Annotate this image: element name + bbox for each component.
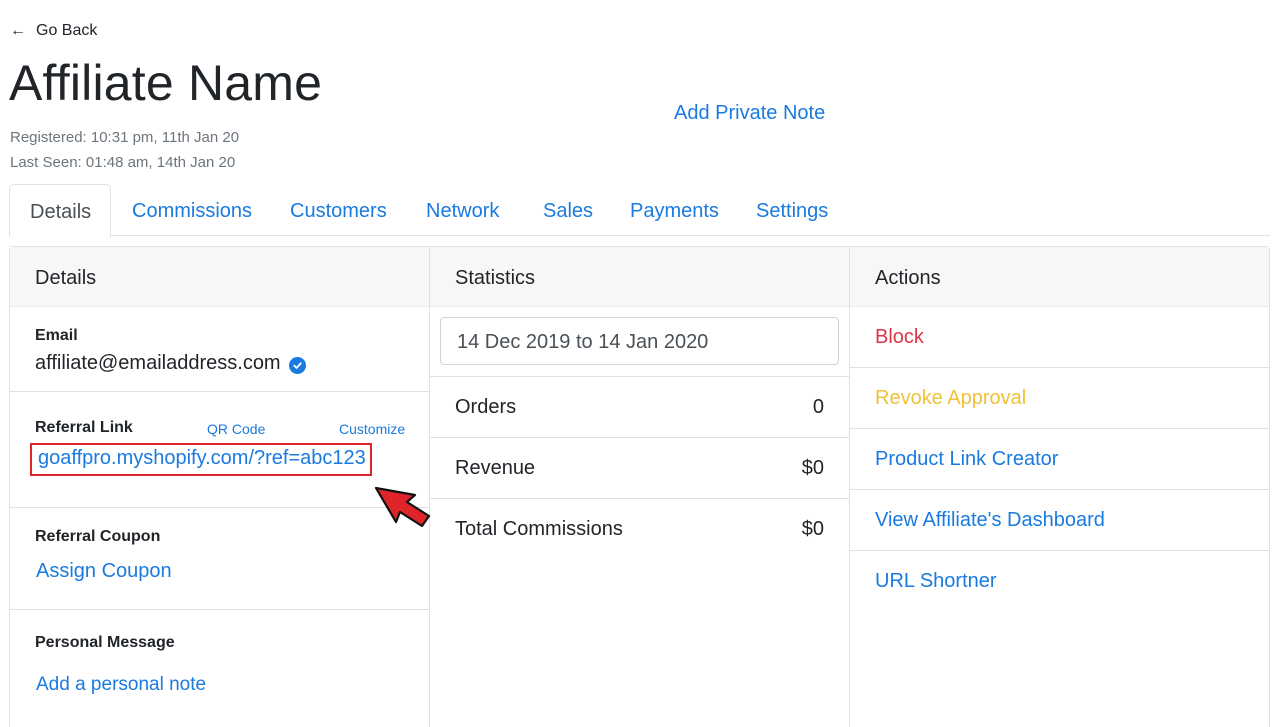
product-link-creator-action[interactable]: Product Link Creator [850, 429, 1269, 490]
add-private-note-link[interactable]: Add Private Note [674, 102, 825, 125]
stat-row-orders: Orders 0 [430, 376, 849, 437]
referral-link[interactable]: goaffpro.myshopify.com/?ref=abc123 [30, 443, 372, 476]
referral-link-label: Referral Link [35, 419, 133, 436]
tab-payments[interactable]: Payments [630, 184, 719, 236]
url-shortner-label: URL Shortner [875, 570, 997, 592]
verified-check-icon [288, 356, 306, 374]
annotation-arrow-icon [374, 486, 431, 528]
tab-commissions[interactable]: Commissions [132, 184, 252, 236]
tab-customers[interactable]: Customers [290, 184, 387, 236]
add-personal-note-link[interactable]: Add a personal note [36, 674, 206, 696]
stat-value: $0 [801, 517, 824, 540]
stat-row-revenue: Revenue $0 [430, 437, 849, 498]
go-back-label: Go Back [36, 22, 98, 39]
referral-link-section: Referral Link QR Code Customize goaffpro… [10, 392, 429, 508]
personal-message-label: Personal Message [35, 634, 175, 651]
actions-panel: Actions Block Revoke Approval Product Li… [850, 247, 1269, 727]
revoke-approval-action[interactable]: Revoke Approval [850, 368, 1269, 429]
registered-date: Registered: 10:31 pm, 11th Jan 20 [10, 129, 240, 146]
tab-network[interactable]: Network [426, 184, 499, 236]
tab-details[interactable]: Details [9, 184, 111, 237]
statistics-header: Statistics [430, 247, 849, 307]
email-section: Email affiliate@emailaddress.com [10, 307, 429, 392]
referral-coupon-label: Referral Coupon [35, 528, 161, 545]
stat-label: Total Commissions [455, 517, 623, 540]
block-action[interactable]: Block [850, 307, 1269, 368]
product-link-creator-label: Product Link Creator [875, 448, 1059, 470]
tab-settings[interactable]: Settings [756, 184, 828, 236]
stat-value: $0 [801, 456, 824, 479]
page-title: Affiliate Name [9, 55, 323, 111]
affiliate-panels: Details Email affiliate@emailaddress.com… [9, 246, 1270, 727]
date-range-picker[interactable]: 14 Dec 2019 to 14 Jan 2020 [440, 317, 839, 365]
last-seen-date: Last Seen: 01:48 am, 14th Jan 20 [10, 154, 236, 171]
actions-header: Actions [850, 247, 1269, 307]
statistics-panel: Statistics 14 Dec 2019 to 14 Jan 2020 Or… [430, 247, 850, 727]
referral-coupon-section: Referral Coupon Assign Coupon [10, 508, 429, 610]
personal-message-section: Personal Message Add a personal note [10, 610, 429, 727]
stat-label: Revenue [455, 456, 536, 479]
url-shortner-action[interactable]: URL Shortner [850, 551, 1269, 612]
assign-coupon-link[interactable]: Assign Coupon [36, 560, 172, 583]
arrow-left-icon: ← [10, 22, 26, 39]
details-header: Details [10, 247, 429, 307]
stat-row-total-commissions: Total Commissions $0 [430, 498, 849, 559]
email-value: affiliate@emailaddress.com [35, 352, 281, 374]
go-back-link[interactable]: ← Go Back [10, 22, 97, 40]
customize-link[interactable]: Customize [339, 421, 405, 437]
view-affiliate-dashboard-action[interactable]: View Affiliate's Dashboard [850, 490, 1269, 551]
revoke-approval-label: Revoke Approval [875, 387, 1027, 409]
block-action-label: Block [875, 326, 924, 348]
tab-bar: Details Commissions Customers Network Sa… [9, 184, 1270, 237]
email-label: Email [35, 327, 78, 344]
stat-value: 0 [812, 395, 824, 418]
qr-code-link[interactable]: QR Code [207, 421, 265, 437]
stat-label: Orders [455, 395, 517, 418]
tab-sales[interactable]: Sales [543, 184, 593, 236]
details-panel: Details Email affiliate@emailaddress.com… [10, 247, 430, 727]
view-affiliate-dashboard-label: View Affiliate's Dashboard [875, 509, 1105, 531]
email-value-row: affiliate@emailaddress.com [35, 352, 306, 375]
